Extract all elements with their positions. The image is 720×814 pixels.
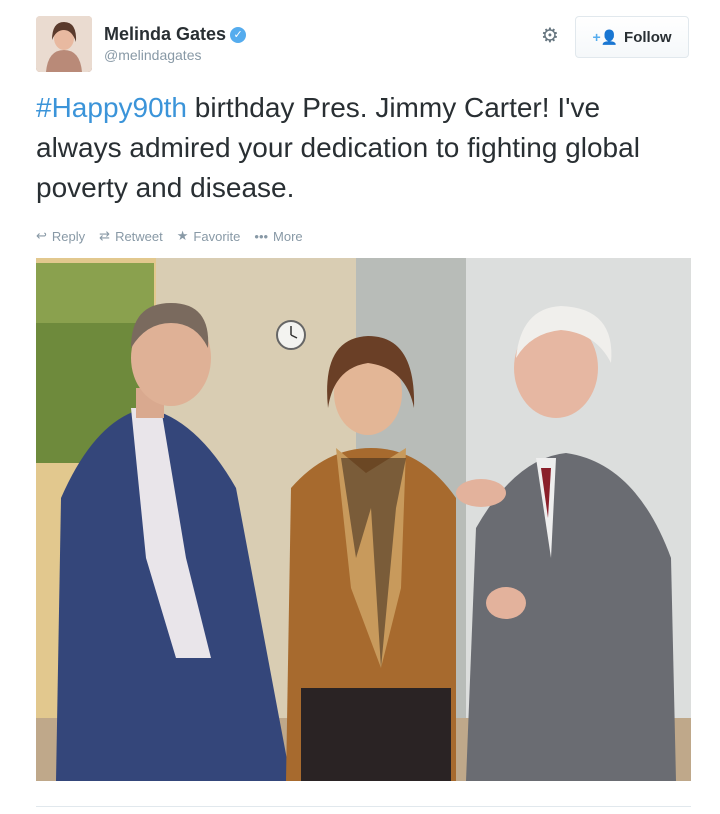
avatar-portrait — [36, 16, 92, 72]
gear-icon[interactable]: ⚙ — [538, 24, 562, 48]
favorite-button[interactable]: ★ Favorite — [177, 226, 241, 246]
favorite-label: Favorite — [193, 228, 241, 244]
reply-icon: ↩ — [36, 228, 47, 243]
author-info: Melinda Gates ✓ @melindagates — [104, 24, 247, 63]
raised-hand — [456, 479, 506, 507]
retweet-label: Retweet — [115, 228, 163, 244]
star-icon: ★ — [176, 228, 189, 243]
photo-scene — [36, 258, 691, 781]
tweet-actions: ↩ Reply ⇄ Retweet ★ Favorite ••• More — [36, 226, 303, 246]
hashtag-link[interactable]: #Happy90th — [36, 92, 187, 123]
more-label: More — [273, 228, 303, 244]
retweet-icon: ⇄ — [99, 228, 111, 243]
avatar[interactable] — [36, 16, 92, 72]
tweet-header: Melinda Gates ✓ @melindagates ⚙ +👤 Follow — [36, 16, 691, 76]
tweet-text: #Happy90th birthday Pres. Jimmy Carter! … — [36, 88, 686, 208]
verified-badge-icon: ✓ — [230, 27, 247, 43]
reply-label: Reply — [51, 228, 86, 244]
more-dots-icon: ••• — [254, 228, 269, 244]
add-user-icon: +👤 — [592, 28, 619, 45]
more-button[interactable]: ••• More — [254, 226, 302, 246]
divider — [36, 806, 691, 807]
follow-label: Follow — [624, 28, 672, 46]
tweet-photo[interactable] — [36, 258, 691, 781]
retweet-button[interactable]: ⇄ Retweet — [99, 226, 163, 246]
author-name[interactable]: Melinda Gates — [104, 24, 226, 44]
reply-button[interactable]: ↩ Reply — [36, 226, 85, 246]
follow-button[interactable]: +👤 Follow — [575, 16, 689, 58]
author-handle[interactable]: @melindagates — [104, 47, 246, 63]
